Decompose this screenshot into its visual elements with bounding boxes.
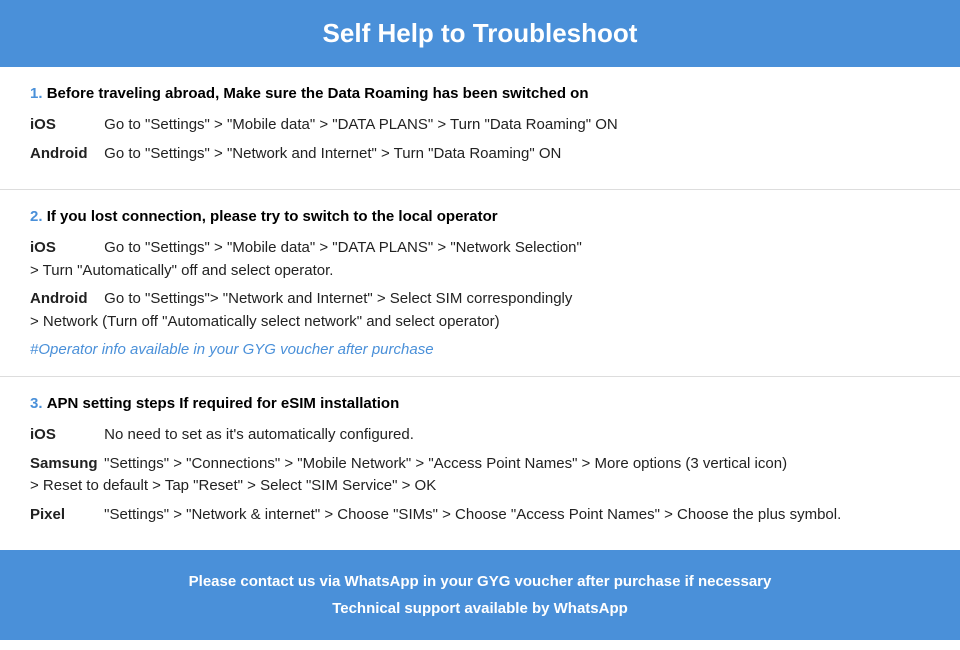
- section-1-row-android: Android Go to "Settings" > "Network and …: [30, 143, 930, 166]
- section-3-title: 3. APN setting steps If required for eSI…: [30, 395, 930, 412]
- section-2-row-android: Android Go to "Settings"> "Network and I…: [30, 288, 930, 333]
- section-2-title-text: If you lost connection, please try to sw…: [47, 208, 498, 225]
- section-3-samsung-text: "Settings" > "Connections" > "Mobile Net…: [30, 455, 787, 495]
- section-1-android-text: Go to "Settings" > "Network and Internet…: [104, 145, 561, 162]
- platform-ios-3: iOS: [30, 424, 100, 447]
- section-2-ios-text: Go to "Settings" > "Mobile data" > "DATA…: [30, 239, 582, 279]
- platform-pixel: Pixel: [30, 504, 100, 527]
- section-1-title: 1. Before traveling abroad, Make sure th…: [30, 85, 930, 102]
- section-3-number: 3.: [30, 395, 43, 412]
- platform-ios-1: iOS: [30, 114, 100, 137]
- section-3-row-ios: iOS No need to set as it's automatically…: [30, 424, 930, 447]
- section-2: 2. If you lost connection, please try to…: [0, 190, 960, 377]
- platform-ios-2: iOS: [30, 237, 100, 260]
- section-1-ios-text: Go to "Settings" > "Mobile data" > "DATA…: [104, 116, 618, 133]
- section-3-title-text: APN setting steps If required for eSIM i…: [47, 395, 400, 412]
- section-3-pixel-text: "Settings" > "Network & internet" > Choo…: [104, 506, 841, 523]
- platform-android-1: Android: [30, 143, 100, 166]
- page-header: Self Help to Troubleshoot: [0, 0, 960, 67]
- section-2-title: 2. If you lost connection, please try to…: [30, 208, 930, 225]
- section-2-row-ios: iOS Go to "Settings" > "Mobile data" > "…: [30, 237, 930, 282]
- section-3-row-pixel: Pixel "Settings" > "Network & internet" …: [30, 504, 930, 527]
- footer-line2: Technical support available by WhatsApp: [20, 595, 940, 622]
- section-1: 1. Before traveling abroad, Make sure th…: [0, 67, 960, 190]
- section-2-number: 2.: [30, 208, 43, 225]
- page-footer: Please contact us via WhatsApp in your G…: [0, 550, 960, 640]
- section-2-android-text: Go to "Settings"> "Network and Internet"…: [30, 290, 572, 330]
- platform-samsung: Samsung: [30, 453, 100, 476]
- section-1-row-ios: iOS Go to "Settings" > "Mobile data" > "…: [30, 114, 930, 137]
- section-1-title-text: Before traveling abroad, Make sure the D…: [47, 85, 589, 102]
- section-3-ios-text: No need to set as it's automatically con…: [104, 426, 414, 443]
- section-1-number: 1.: [30, 85, 43, 102]
- section-3: 3. APN setting steps If required for eSI…: [0, 377, 960, 550]
- page-title: Self Help to Troubleshoot: [20, 18, 940, 49]
- platform-android-2: Android: [30, 288, 100, 311]
- footer-line1: Please contact us via WhatsApp in your G…: [20, 568, 940, 595]
- section-3-row-samsung: Samsung "Settings" > "Connections" > "Mo…: [30, 453, 930, 498]
- operator-link: #Operator info available in your GYG vou…: [30, 341, 930, 358]
